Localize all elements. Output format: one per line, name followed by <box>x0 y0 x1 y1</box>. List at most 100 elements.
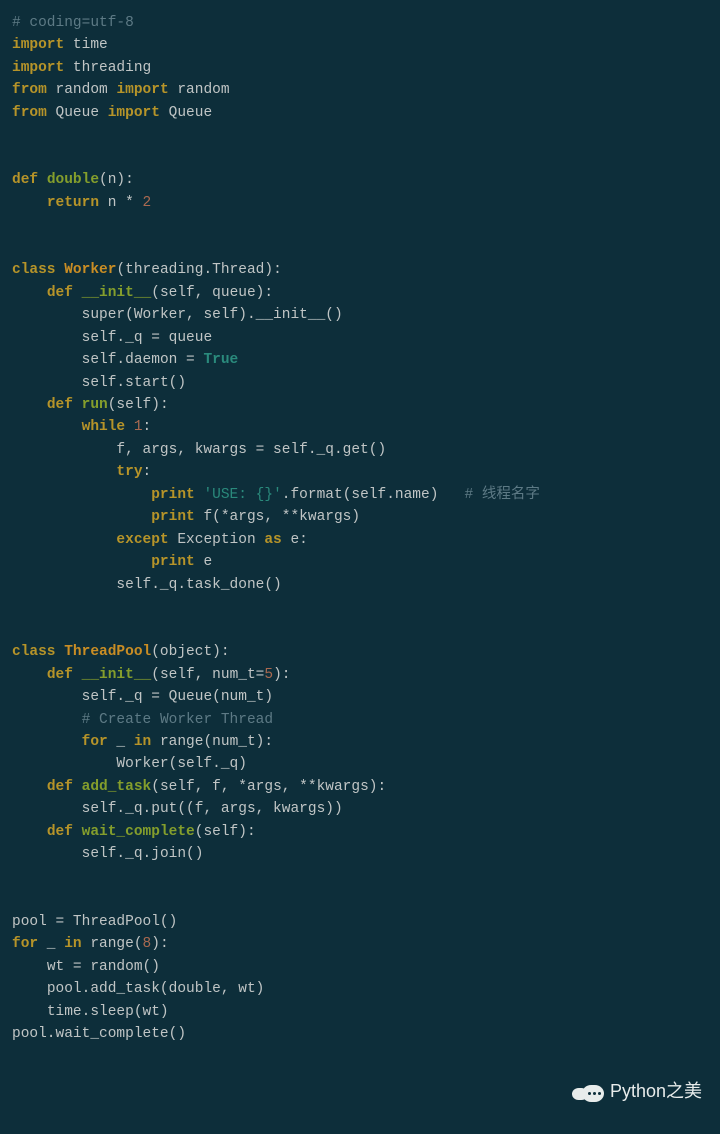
kw: in <box>64 936 81 952</box>
kw: def <box>47 397 73 413</box>
sp <box>73 779 82 795</box>
indent <box>12 824 47 840</box>
kw: class <box>12 644 56 660</box>
id: e <box>195 554 212 570</box>
kw: def <box>47 667 73 683</box>
kw: return <box>47 195 99 211</box>
code-line: self._q.join() <box>12 846 203 862</box>
fn-name: add_task <box>82 779 152 795</box>
kw: for <box>82 734 108 750</box>
indent <box>12 285 47 301</box>
code-line: self._q.put((f, args, kwargs)) <box>12 801 343 817</box>
id: (self, num_t= <box>151 667 264 683</box>
id: f(*args, **kwargs) <box>195 509 360 525</box>
code-line: pool.add_task(double, wt) <box>12 981 264 997</box>
indent <box>12 734 82 750</box>
sp <box>73 824 82 840</box>
id: range(num_t): <box>151 734 273 750</box>
indent <box>12 712 82 728</box>
fn-name: wait_complete <box>82 824 195 840</box>
cls-name: ThreadPool <box>64 644 151 660</box>
str: 'USE: {}' <box>203 487 281 503</box>
sp <box>125 419 134 435</box>
kw: import <box>12 60 64 76</box>
cls-name: Worker <box>64 262 116 278</box>
comment: # 线程名字 <box>465 487 540 503</box>
id: (object): <box>151 644 229 660</box>
id: time <box>64 37 108 53</box>
kw: def <box>47 824 73 840</box>
code-block: # coding=utf-8 import time import thread… <box>12 12 708 1046</box>
id: Queue <box>160 105 212 121</box>
kw: def <box>47 779 73 795</box>
wechat-icon <box>572 1079 604 1105</box>
id: (self): <box>195 824 256 840</box>
kw: def <box>47 285 73 301</box>
kw: for <box>12 936 38 952</box>
id: Exception <box>169 532 265 548</box>
id: _ <box>108 734 134 750</box>
kw: def <box>12 172 38 188</box>
kw: import <box>108 105 160 121</box>
fn-name: __init__ <box>82 285 152 301</box>
code-line: pool.wait_complete() <box>12 1026 186 1042</box>
id: _ <box>38 936 64 952</box>
id: (threading.Thread): <box>116 262 281 278</box>
id: ): <box>151 936 168 952</box>
code-line: wt = random() <box>12 959 160 975</box>
code-line: self._q = Queue(num_t) <box>12 689 273 705</box>
kw: print <box>151 487 195 503</box>
fn-name: double <box>47 172 99 188</box>
id: e: <box>282 532 308 548</box>
comment: # coding=utf-8 <box>12 15 134 31</box>
kw: print <box>151 554 195 570</box>
kw: import <box>116 82 168 98</box>
indent <box>12 487 151 503</box>
indent <box>12 397 47 413</box>
sp <box>73 667 82 683</box>
kw: try <box>116 464 142 480</box>
sp <box>56 262 65 278</box>
bool: True <box>203 352 238 368</box>
code-line: pool = ThreadPool() <box>12 914 177 930</box>
comment: # Create Worker Thread <box>82 712 273 728</box>
id: (self, queue): <box>151 285 273 301</box>
id: Queue <box>47 105 108 121</box>
kw: from <box>12 82 47 98</box>
code-line: Worker(self._q) <box>12 756 247 772</box>
fn-name: __init__ <box>82 667 152 683</box>
indent <box>12 532 116 548</box>
kw: from <box>12 105 47 121</box>
num: 5 <box>264 667 273 683</box>
code-line: time.sleep(wt) <box>12 1004 169 1020</box>
code-line: self.daemon = <box>12 352 203 368</box>
id: range( <box>82 936 143 952</box>
indent <box>12 667 47 683</box>
kw: class <box>12 262 56 278</box>
sp <box>73 397 82 413</box>
code-line: f, args, kwargs = self._q.get() <box>12 442 386 458</box>
watermark-text: Python之美 <box>610 1078 702 1106</box>
indent <box>12 464 116 480</box>
kw: import <box>12 37 64 53</box>
code-line: super(Worker, self).__init__() <box>12 307 343 323</box>
id: .format(self.name) <box>282 487 465 503</box>
indent <box>12 509 151 525</box>
num: 2 <box>143 195 152 211</box>
indent <box>12 195 47 211</box>
kw: except <box>116 532 168 548</box>
id: ): <box>273 667 290 683</box>
sp <box>56 644 65 660</box>
indent <box>12 419 82 435</box>
num: 1 <box>134 419 143 435</box>
sp <box>73 285 82 301</box>
id: random <box>47 82 117 98</box>
id: : <box>143 464 152 480</box>
code-line: self._q = queue <box>12 330 212 346</box>
kw: as <box>264 532 281 548</box>
sp <box>38 172 47 188</box>
id: threading <box>64 60 151 76</box>
id: n * <box>99 195 143 211</box>
fn-name: run <box>82 397 108 413</box>
id: : <box>143 419 152 435</box>
